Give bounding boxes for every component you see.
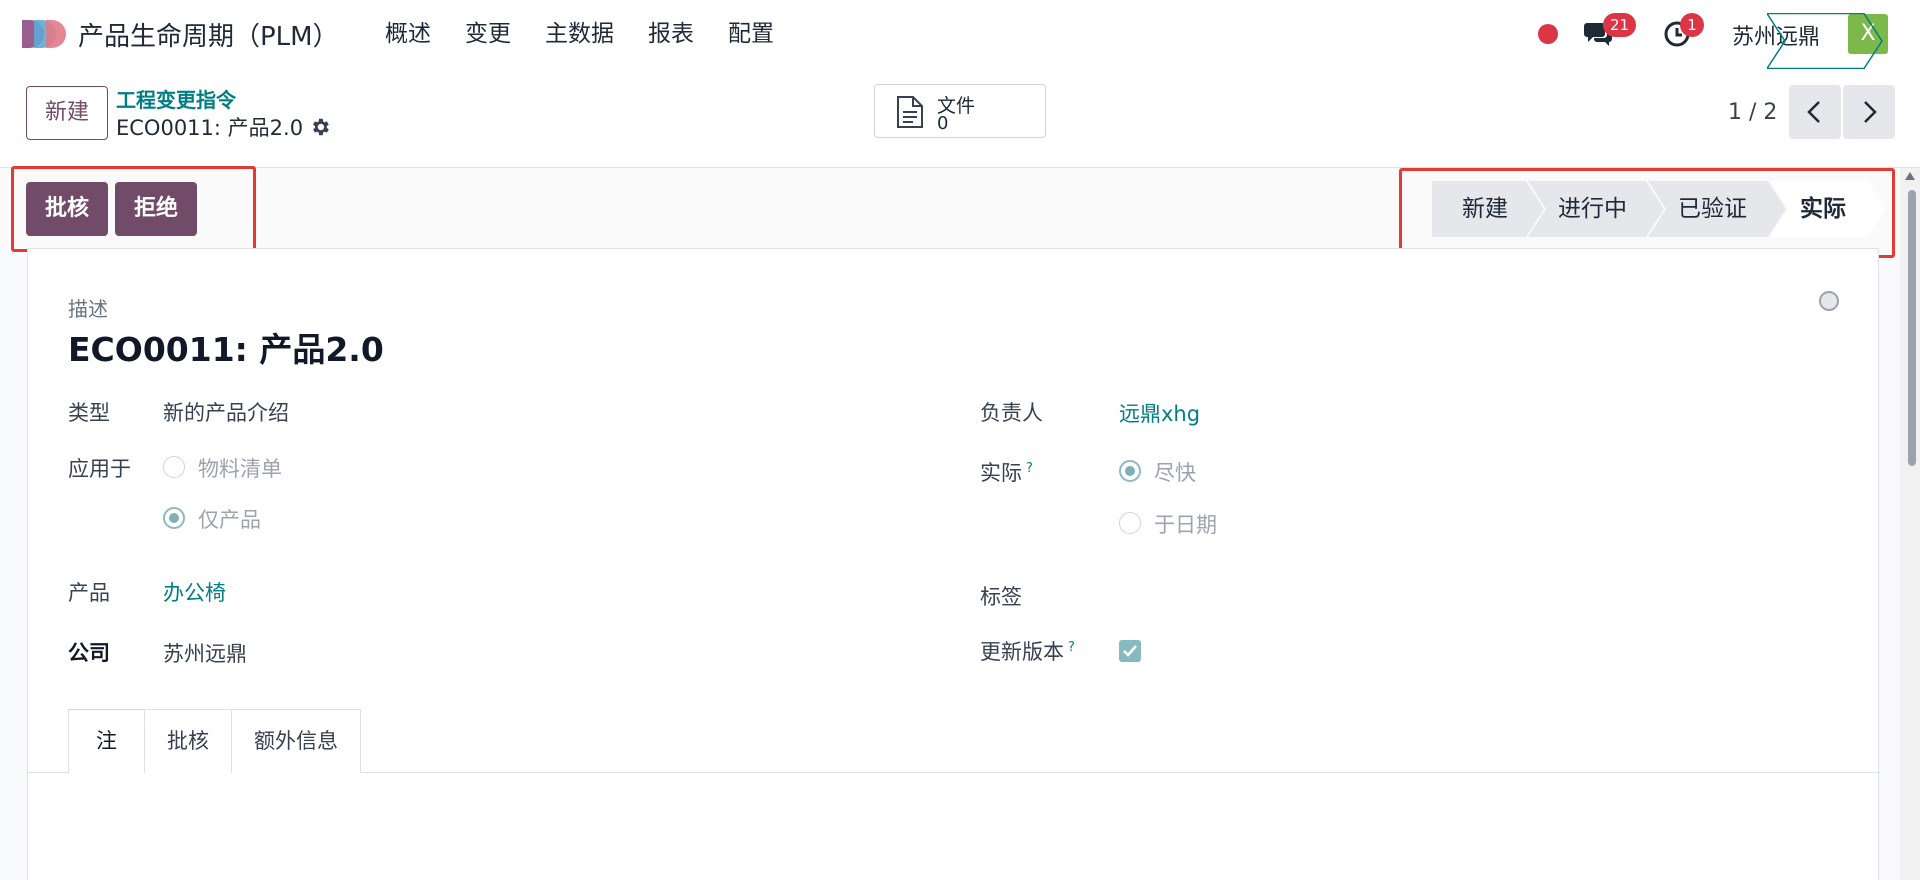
effective-asap-radio[interactable] xyxy=(1119,460,1141,482)
user-avatar[interactable]: X xyxy=(1848,14,1888,54)
type-label: 类型 xyxy=(68,401,110,425)
update-version-checkbox[interactable] xyxy=(1119,640,1141,662)
documents-smart-button[interactable]: 文件 0 xyxy=(874,84,1046,138)
documents-count: 0 xyxy=(937,113,949,134)
scroll-up-arrow-icon[interactable] xyxy=(1905,172,1915,180)
type-field[interactable]: 新的产品介绍 xyxy=(163,397,289,427)
apply-on-product-label[interactable]: 仅产品 xyxy=(198,504,261,534)
breadcrumb-current: ECO0011: 产品2.0 xyxy=(116,112,331,142)
help-icon[interactable]: ? xyxy=(1068,640,1075,655)
tags-label: 标签 xyxy=(980,585,1022,609)
form-sheet: 描述 ECO0011: 产品2.0 类型 新的产品介绍 应用于 物料清单 仅产品… xyxy=(27,248,1880,880)
update-version-label: 更新版本? xyxy=(980,636,1075,666)
chevron-right-icon xyxy=(1864,101,1877,123)
effective-label-text: 实际 xyxy=(980,461,1022,485)
tab-extra-info[interactable]: 额外信息 xyxy=(231,709,361,773)
pager-value[interactable]: 1 / 2 xyxy=(1728,100,1777,125)
apply-on-bom-label[interactable]: 物料清单 xyxy=(198,453,282,483)
recording-indicator-icon[interactable] xyxy=(1538,24,1558,44)
stage-new[interactable]: 新建 xyxy=(1432,181,1544,237)
gear-icon[interactable] xyxy=(309,116,331,138)
scrollbar-thumb[interactable] xyxy=(1908,190,1916,466)
menu-item-reporting[interactable]: 报表 xyxy=(631,18,711,50)
update-version-label-text: 更新版本 xyxy=(980,640,1064,664)
reject-button[interactable]: 拒绝 xyxy=(115,182,197,236)
tab-approvals[interactable]: 批核 xyxy=(144,709,232,773)
stage-effective[interactable]: 实际 xyxy=(1770,181,1886,237)
product-label: 产品 xyxy=(68,581,110,605)
chat-badge: 21 xyxy=(1603,13,1637,37)
description-label: 描述 xyxy=(68,297,108,321)
document-icon xyxy=(897,96,923,128)
control-panel: 新建 工程变更指令 ECO0011: 产品2.0 文件 0 1 / 2 xyxy=(0,68,1920,168)
menu-item-configuration[interactable]: 配置 xyxy=(711,18,791,50)
checkmark-icon xyxy=(1123,645,1137,657)
company-label: 公司 xyxy=(68,641,110,665)
apply-on-bom-radio[interactable] xyxy=(163,456,185,478)
record-name-field[interactable]: ECO0011: 产品2.0 xyxy=(68,323,384,371)
help-icon[interactable]: ? xyxy=(1026,461,1033,476)
pager-previous-button[interactable] xyxy=(1789,85,1841,139)
stage-in-progress[interactable]: 进行中 xyxy=(1528,181,1664,237)
form-statusbar: 批核 拒绝 新建 进行中 已验证 实际 xyxy=(0,168,1920,248)
apply-on-product-radio[interactable] xyxy=(163,507,185,529)
approve-button[interactable]: 批核 xyxy=(26,182,108,236)
tab-notes[interactable]: 注 xyxy=(68,709,145,773)
product-field[interactable]: 办公椅 xyxy=(163,577,226,607)
responsible-label: 负责人 xyxy=(980,401,1043,425)
menu-item-changes[interactable]: 变更 xyxy=(448,18,528,50)
company-field[interactable]: 苏州远鼎 xyxy=(163,638,247,668)
effective-label: 实际? xyxy=(980,457,1033,487)
stage-pipeline: 新建 进行中 已验证 实际 xyxy=(1432,181,1886,237)
kanban-state-icon[interactable] xyxy=(1819,291,1839,311)
main-menu: 概述 变更 主数据 报表 配置 xyxy=(385,18,791,50)
app-title[interactable]: 产品生命周期（PLM） xyxy=(78,16,339,53)
responsible-field[interactable]: 远鼎xhg xyxy=(1119,398,1200,428)
chevron-left-icon xyxy=(1807,101,1820,123)
effective-asap-label[interactable]: 尽快 xyxy=(1154,457,1196,487)
pager-next-button[interactable] xyxy=(1843,85,1895,139)
effective-date-label[interactable]: 于日期 xyxy=(1154,509,1217,539)
company-switcher[interactable]: 苏州远鼎 xyxy=(1732,19,1820,51)
notebook-tabs: 注 批核 额外信息 xyxy=(68,709,361,773)
activity-badge: 1 xyxy=(1680,13,1704,37)
top-navbar: 产品生命周期（PLM） 概述 变更 主数据 报表 配置 xyxy=(0,0,1920,68)
menu-item-master-data[interactable]: 主数据 xyxy=(528,18,631,50)
new-button[interactable]: 新建 xyxy=(26,86,108,140)
apply-on-label: 应用于 xyxy=(68,457,131,481)
stage-validated[interactable]: 已验证 xyxy=(1648,181,1786,237)
menu-item-overview[interactable]: 概述 xyxy=(385,18,448,50)
effective-date-radio[interactable] xyxy=(1119,512,1141,534)
breadcrumb-eco[interactable]: 工程变更指令 xyxy=(116,84,236,113)
plm-logo-icon[interactable] xyxy=(20,18,66,50)
record-title: ECO0011: 产品2.0 xyxy=(116,116,304,140)
